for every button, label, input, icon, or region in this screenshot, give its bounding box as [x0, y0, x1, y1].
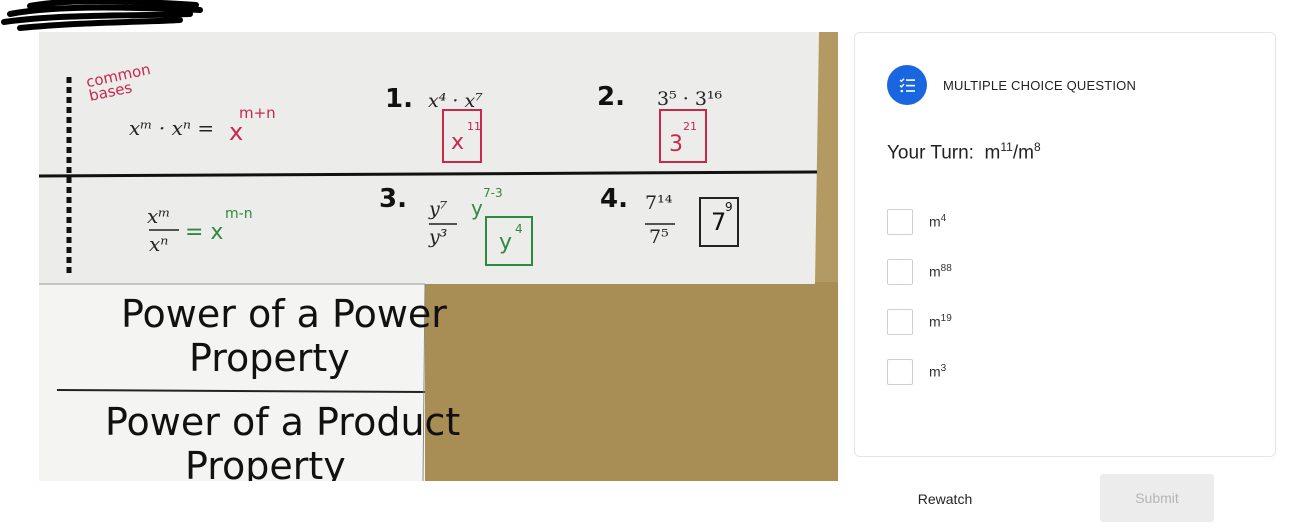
problem-3-answer-exponent: 4	[515, 222, 523, 236]
problem-2-answer: 3	[669, 132, 683, 157]
power-of-product-heading: Power of a Product	[105, 400, 461, 444]
multiple-choice-icon	[887, 65, 927, 105]
problem-2-expression: 3⁵ · 3¹⁶	[657, 88, 723, 110]
question-card: MULTIPLE CHOICE QUESTION Your Turn: m11/…	[854, 32, 1276, 457]
prompt-prefix: Your Turn:	[887, 142, 974, 164]
power-of-product-heading-line2: Property	[185, 444, 346, 481]
problem-4-denominator: 7⁵	[649, 226, 669, 248]
option-label: m3	[929, 363, 947, 380]
problem-1-expression: x⁴ · x⁷	[428, 90, 483, 112]
option-4[interactable]: m3	[887, 359, 1187, 387]
quotient-rule-result: = x	[185, 220, 224, 245]
question-prompt: Your Turn: m11/m8	[887, 140, 1041, 164]
product-rule-exponent: m+n	[239, 104, 276, 122]
problem-3-work-exponent: 7-3	[483, 186, 503, 200]
prompt-exponent-1: 11	[1000, 140, 1013, 154]
problem-3-work: y	[471, 196, 483, 220]
option-2[interactable]: m88	[887, 259, 1187, 287]
redaction-scribble	[1, 0, 203, 31]
problem-4-numerator: 7¹⁴	[645, 192, 673, 214]
submit-button[interactable]: Submit	[1100, 474, 1214, 522]
option-3[interactable]: m19	[887, 309, 1187, 337]
option-checkbox[interactable]	[887, 359, 913, 385]
option-1[interactable]: m4	[887, 209, 1187, 237]
option-label: m4	[929, 213, 947, 230]
problem-1-answer: x	[451, 130, 465, 155]
quotient-rule-exponent: m-n	[225, 206, 253, 222]
rewatch-button[interactable]: Rewatch	[895, 484, 995, 514]
product-rule-result: x	[229, 118, 244, 146]
option-checkbox[interactable]	[887, 209, 913, 235]
quotient-rule-denominator: xⁿ	[149, 232, 169, 256]
prompt-exponent-2: 8	[1033, 140, 1041, 154]
problem-4-answer: 7	[711, 208, 727, 236]
power-of-power-heading: Power of a Power	[121, 292, 447, 336]
prompt-divisor: /m	[1012, 142, 1034, 164]
quotient-rule-numerator: xᵐ	[147, 204, 171, 228]
problem-3-number: 3.	[379, 184, 407, 214]
option-label: m88	[929, 263, 952, 280]
problem-1-answer-exponent: 11	[467, 120, 481, 133]
problem-3-answer: y	[499, 230, 513, 255]
option-label: m19	[929, 313, 952, 330]
product-rule-lhs: xᵐ · xⁿ =	[129, 116, 215, 140]
problem-2-number: 2.	[597, 82, 625, 112]
problem-3-denominator: y³	[429, 226, 448, 248]
problem-2-answer-exponent: 21	[683, 120, 697, 133]
option-checkbox[interactable]	[887, 309, 913, 335]
problem-4-number: 4.	[600, 184, 628, 214]
option-checkbox[interactable]	[887, 259, 913, 285]
problem-4-answer-exponent: 9	[725, 200, 733, 214]
question-type-label: MULTIPLE CHOICE QUESTION	[943, 78, 1137, 93]
problem-1-number: 1.	[385, 84, 413, 114]
power-of-power-heading-line2: Property	[189, 336, 350, 380]
problem-3-numerator: y⁷	[429, 198, 448, 220]
notes-photo: common bases xᵐ · xⁿ = x m+n xᵐ xⁿ = x m…	[39, 32, 838, 481]
prompt-base: m	[984, 142, 1001, 164]
